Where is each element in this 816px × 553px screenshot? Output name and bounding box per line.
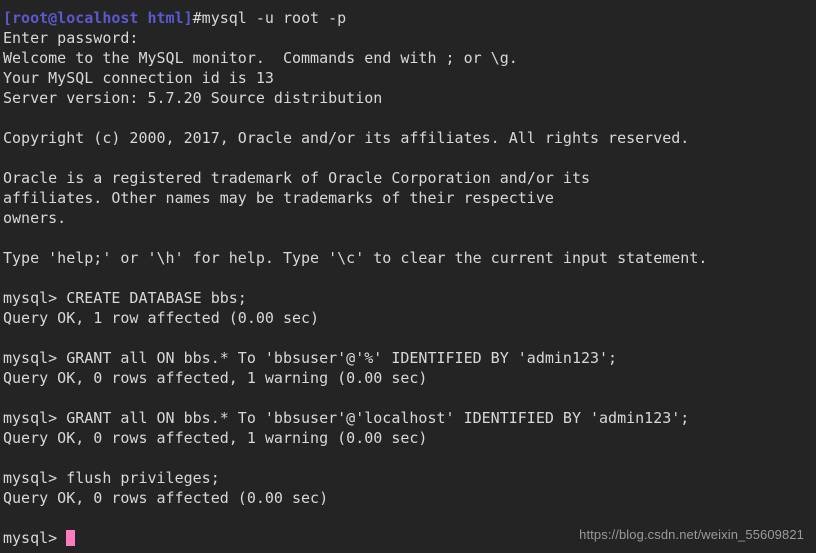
watermark-url: https://blog.csdn.net/weixin_55609821 [579, 527, 804, 542]
shell-prompt-command: #mysql -u root -p [192, 9, 347, 27]
terminal-line-grant-localhost: mysql> GRANT all ON bbs.* To 'bbsuser'@'… [3, 409, 690, 427]
terminal-line-trademark-2: affiliates. Other names may be trademark… [3, 189, 554, 207]
mysql-prompt-label: mysql> [3, 529, 67, 547]
terminal-line-grant-localhost-result: Query OK, 0 rows affected, 1 warning (0.… [3, 429, 428, 447]
terminal-line-trademark-3: owners. [3, 209, 67, 227]
terminal-line-grant-any-host: mysql> GRANT all ON bbs.* To 'bbsuser'@'… [3, 349, 618, 367]
shell-prompt-host: [root@localhost html] [3, 9, 193, 27]
terminal-line-copyright: Copyright (c) 2000, 2017, Oracle and/or … [3, 129, 690, 147]
terminal-line-enter-password: Enter password: [3, 29, 139, 47]
terminal-line-flush-privileges: mysql> flush privileges; [3, 469, 220, 487]
terminal-line-create-database-result: Query OK, 1 row affected (0.00 sec) [3, 309, 320, 327]
terminal-window[interactable]: [root@localhost html]#mysql -u root -p E… [0, 0, 816, 553]
terminal-line-trademark-1: Oracle is a registered trademark of Orac… [3, 169, 590, 187]
terminal-line-grant-any-host-result: Query OK, 0 rows affected, 1 warning (0.… [3, 369, 428, 387]
terminal-line-welcome: Welcome to the MySQL monitor. Commands e… [3, 49, 518, 67]
text-cursor [66, 530, 76, 546]
terminal-line-shell-prompt: [root@localhost html]#mysql -u root -p [3, 8, 816, 28]
terminal-line-help-hint: Type 'help;' or '\h' for help. Type '\c'… [3, 249, 708, 267]
terminal-screen: [root@localhost html]#mysql -u root -p E… [3, 0, 816, 548]
terminal-line-create-database: mysql> CREATE DATABASE bbs; [3, 289, 247, 307]
terminal-line-connection-id: Your MySQL connection id is 13 [3, 69, 274, 87]
terminal-line-server-version: Server version: 5.7.20 Source distributi… [3, 89, 383, 107]
terminal-line-partial-top [3, 0, 816, 8]
terminal-line-flush-privileges-result: Query OK, 0 rows affected (0.00 sec) [3, 489, 329, 507]
